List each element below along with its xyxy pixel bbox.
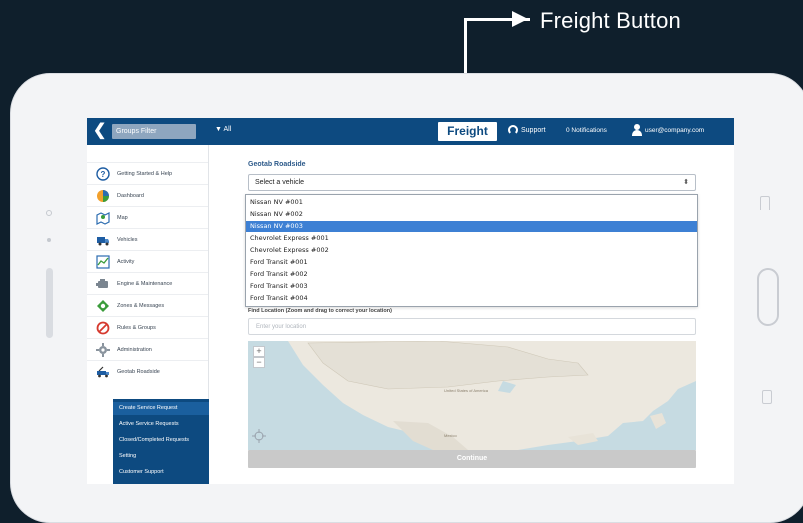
sidebar-item-label: Dashboard xyxy=(117,192,144,199)
sidebar-item-label: Zones & Messages xyxy=(117,302,165,309)
sidebar-item-activity[interactable]: Activity xyxy=(87,250,208,272)
vehicle-option[interactable]: Nissan NV #002 xyxy=(246,209,697,220)
support-link[interactable]: Support xyxy=(508,125,546,135)
sidebar-item-label: Vehicles xyxy=(117,236,138,243)
user-icon xyxy=(632,124,642,136)
all-filter-dropdown[interactable]: ▼ All xyxy=(215,126,231,133)
map-canvas xyxy=(288,341,696,450)
map-country-label: United States of America xyxy=(443,388,489,393)
main-content: Geotab Roadside Find Location (Zoom and … xyxy=(245,145,698,484)
page-title: Geotab Roadside xyxy=(248,161,306,168)
home-button[interactable] xyxy=(757,268,779,326)
camera-icon xyxy=(46,210,52,216)
location-label: Find Location (Zoom and drag to correct … xyxy=(248,308,392,314)
user-email: user@company.com xyxy=(645,126,705,134)
device-back-icon[interactable] xyxy=(760,196,770,210)
sensor-icon xyxy=(47,238,51,242)
subnav-closed-requests[interactable]: Closed/Completed Requests xyxy=(119,437,189,443)
sidebar-item-label: Map xyxy=(117,214,128,221)
vehicle-select-value: Select a vehicle xyxy=(255,179,305,186)
subnav-customer-support[interactable]: Customer Support xyxy=(119,469,164,475)
location-input[interactable]: Enter your location xyxy=(248,318,696,335)
pie-chart-icon xyxy=(97,189,109,202)
back-chevron-icon[interactable]: ❮ xyxy=(93,123,106,139)
callout-label: Freight Button xyxy=(540,8,681,33)
vehicle-option[interactable]: Chevrolet Express #001 xyxy=(246,233,697,244)
vehicle-option[interactable]: Chevrolet Express #002 xyxy=(246,245,697,256)
sidebar-item-engine-maintenance[interactable]: Engine & Maintenance xyxy=(87,272,208,294)
sidebar-item-label: Administration xyxy=(117,346,152,353)
vehicle-option-selected[interactable]: Nissan NV #003 xyxy=(246,221,697,232)
continue-button[interactable]: Continue xyxy=(248,450,696,468)
user-menu[interactable]: user@company.com xyxy=(632,124,704,136)
location-placeholder: Enter your location xyxy=(256,324,307,330)
help-circle-icon: ? xyxy=(96,166,110,181)
vehicle-option[interactable]: Ford Transit #002 xyxy=(246,269,697,280)
side-button xyxy=(46,268,53,338)
sidebar-item-vehicles[interactable]: Vehicles xyxy=(87,228,208,250)
support-label: Support xyxy=(521,126,546,134)
vehicle-dropdown-list: Nissan NV #001 Nissan NV #002 Nissan NV … xyxy=(245,194,698,307)
zoom-in-button[interactable]: + xyxy=(253,346,265,357)
sidebar-item-label: Rules & Groups xyxy=(117,324,156,331)
top-bar: ❮ Groups Filter ▼ All Freight Support 0 … xyxy=(87,118,734,145)
sidebar-item-getting-started[interactable]: ? Getting Started & Help xyxy=(87,162,208,184)
vehicle-option[interactable]: Ford Transit #003 xyxy=(246,281,697,292)
select-caret-icon: ⬍ xyxy=(683,179,689,186)
tow-truck-icon xyxy=(97,366,109,377)
roadside-subnav: Create Service Request Active Service Re… xyxy=(113,399,209,484)
sidebar: ? Getting Started & Help Dashboard Map V… xyxy=(87,145,209,484)
sidebar-item-label: Geotab Roadside xyxy=(117,368,160,375)
sidebar-item-label: Getting Started & Help xyxy=(117,170,173,177)
notifications-link[interactable]: 0 Notifications xyxy=(566,127,607,134)
sidebar-item-label: Engine & Maintenance xyxy=(117,280,173,287)
sidebar-item-label: Activity xyxy=(117,258,135,265)
callout-arrow-icon xyxy=(512,11,528,27)
zoom-out-button[interactable]: − xyxy=(253,357,265,368)
zones-icon xyxy=(97,299,109,312)
subnav-setting[interactable]: Setting xyxy=(119,453,136,459)
headset-icon xyxy=(508,125,518,135)
app-screen: ❮ Groups Filter ▼ All Freight Support 0 … xyxy=(87,118,734,484)
vehicle-option[interactable]: Ford Transit #001 xyxy=(246,257,697,268)
engine-icon xyxy=(96,278,108,288)
locate-icon[interactable] xyxy=(252,429,266,443)
vehicle-option[interactable]: Ford Transit #004 xyxy=(246,293,697,304)
subnav-active-service-requests[interactable]: Active Service Requests xyxy=(119,421,179,427)
sidebar-item-administration[interactable]: Administration xyxy=(87,338,208,360)
vehicle-select[interactable]: Select a vehicle ⬍ xyxy=(248,174,696,191)
freight-button[interactable]: Freight xyxy=(438,122,497,141)
groups-filter-input[interactable]: Groups Filter xyxy=(112,124,196,139)
sidebar-item-geotab-roadside[interactable]: Geotab Roadside xyxy=(87,360,208,382)
sidebar-item-map[interactable]: Map xyxy=(87,206,208,228)
map-country-label-mexico: Mexico xyxy=(444,433,457,438)
gear-icon xyxy=(96,342,110,357)
subnav-create-service-request[interactable]: Create Service Request xyxy=(119,405,177,411)
sidebar-item-dashboard[interactable]: Dashboard xyxy=(87,184,208,206)
device-recent-apps-icon[interactable] xyxy=(762,390,772,404)
truck-icon xyxy=(97,236,109,245)
svg-text:?: ? xyxy=(101,170,106,179)
sidebar-item-rules-groups[interactable]: Rules & Groups xyxy=(87,316,208,338)
vehicle-option[interactable]: Nissan NV #001 xyxy=(246,197,697,208)
sidebar-item-zones-messages[interactable]: Zones & Messages xyxy=(87,294,208,316)
activity-chart-icon xyxy=(96,254,110,269)
rules-icon xyxy=(96,321,110,334)
map-view[interactable]: United States of America Mexico + − xyxy=(248,341,696,450)
map-icon xyxy=(96,211,110,225)
